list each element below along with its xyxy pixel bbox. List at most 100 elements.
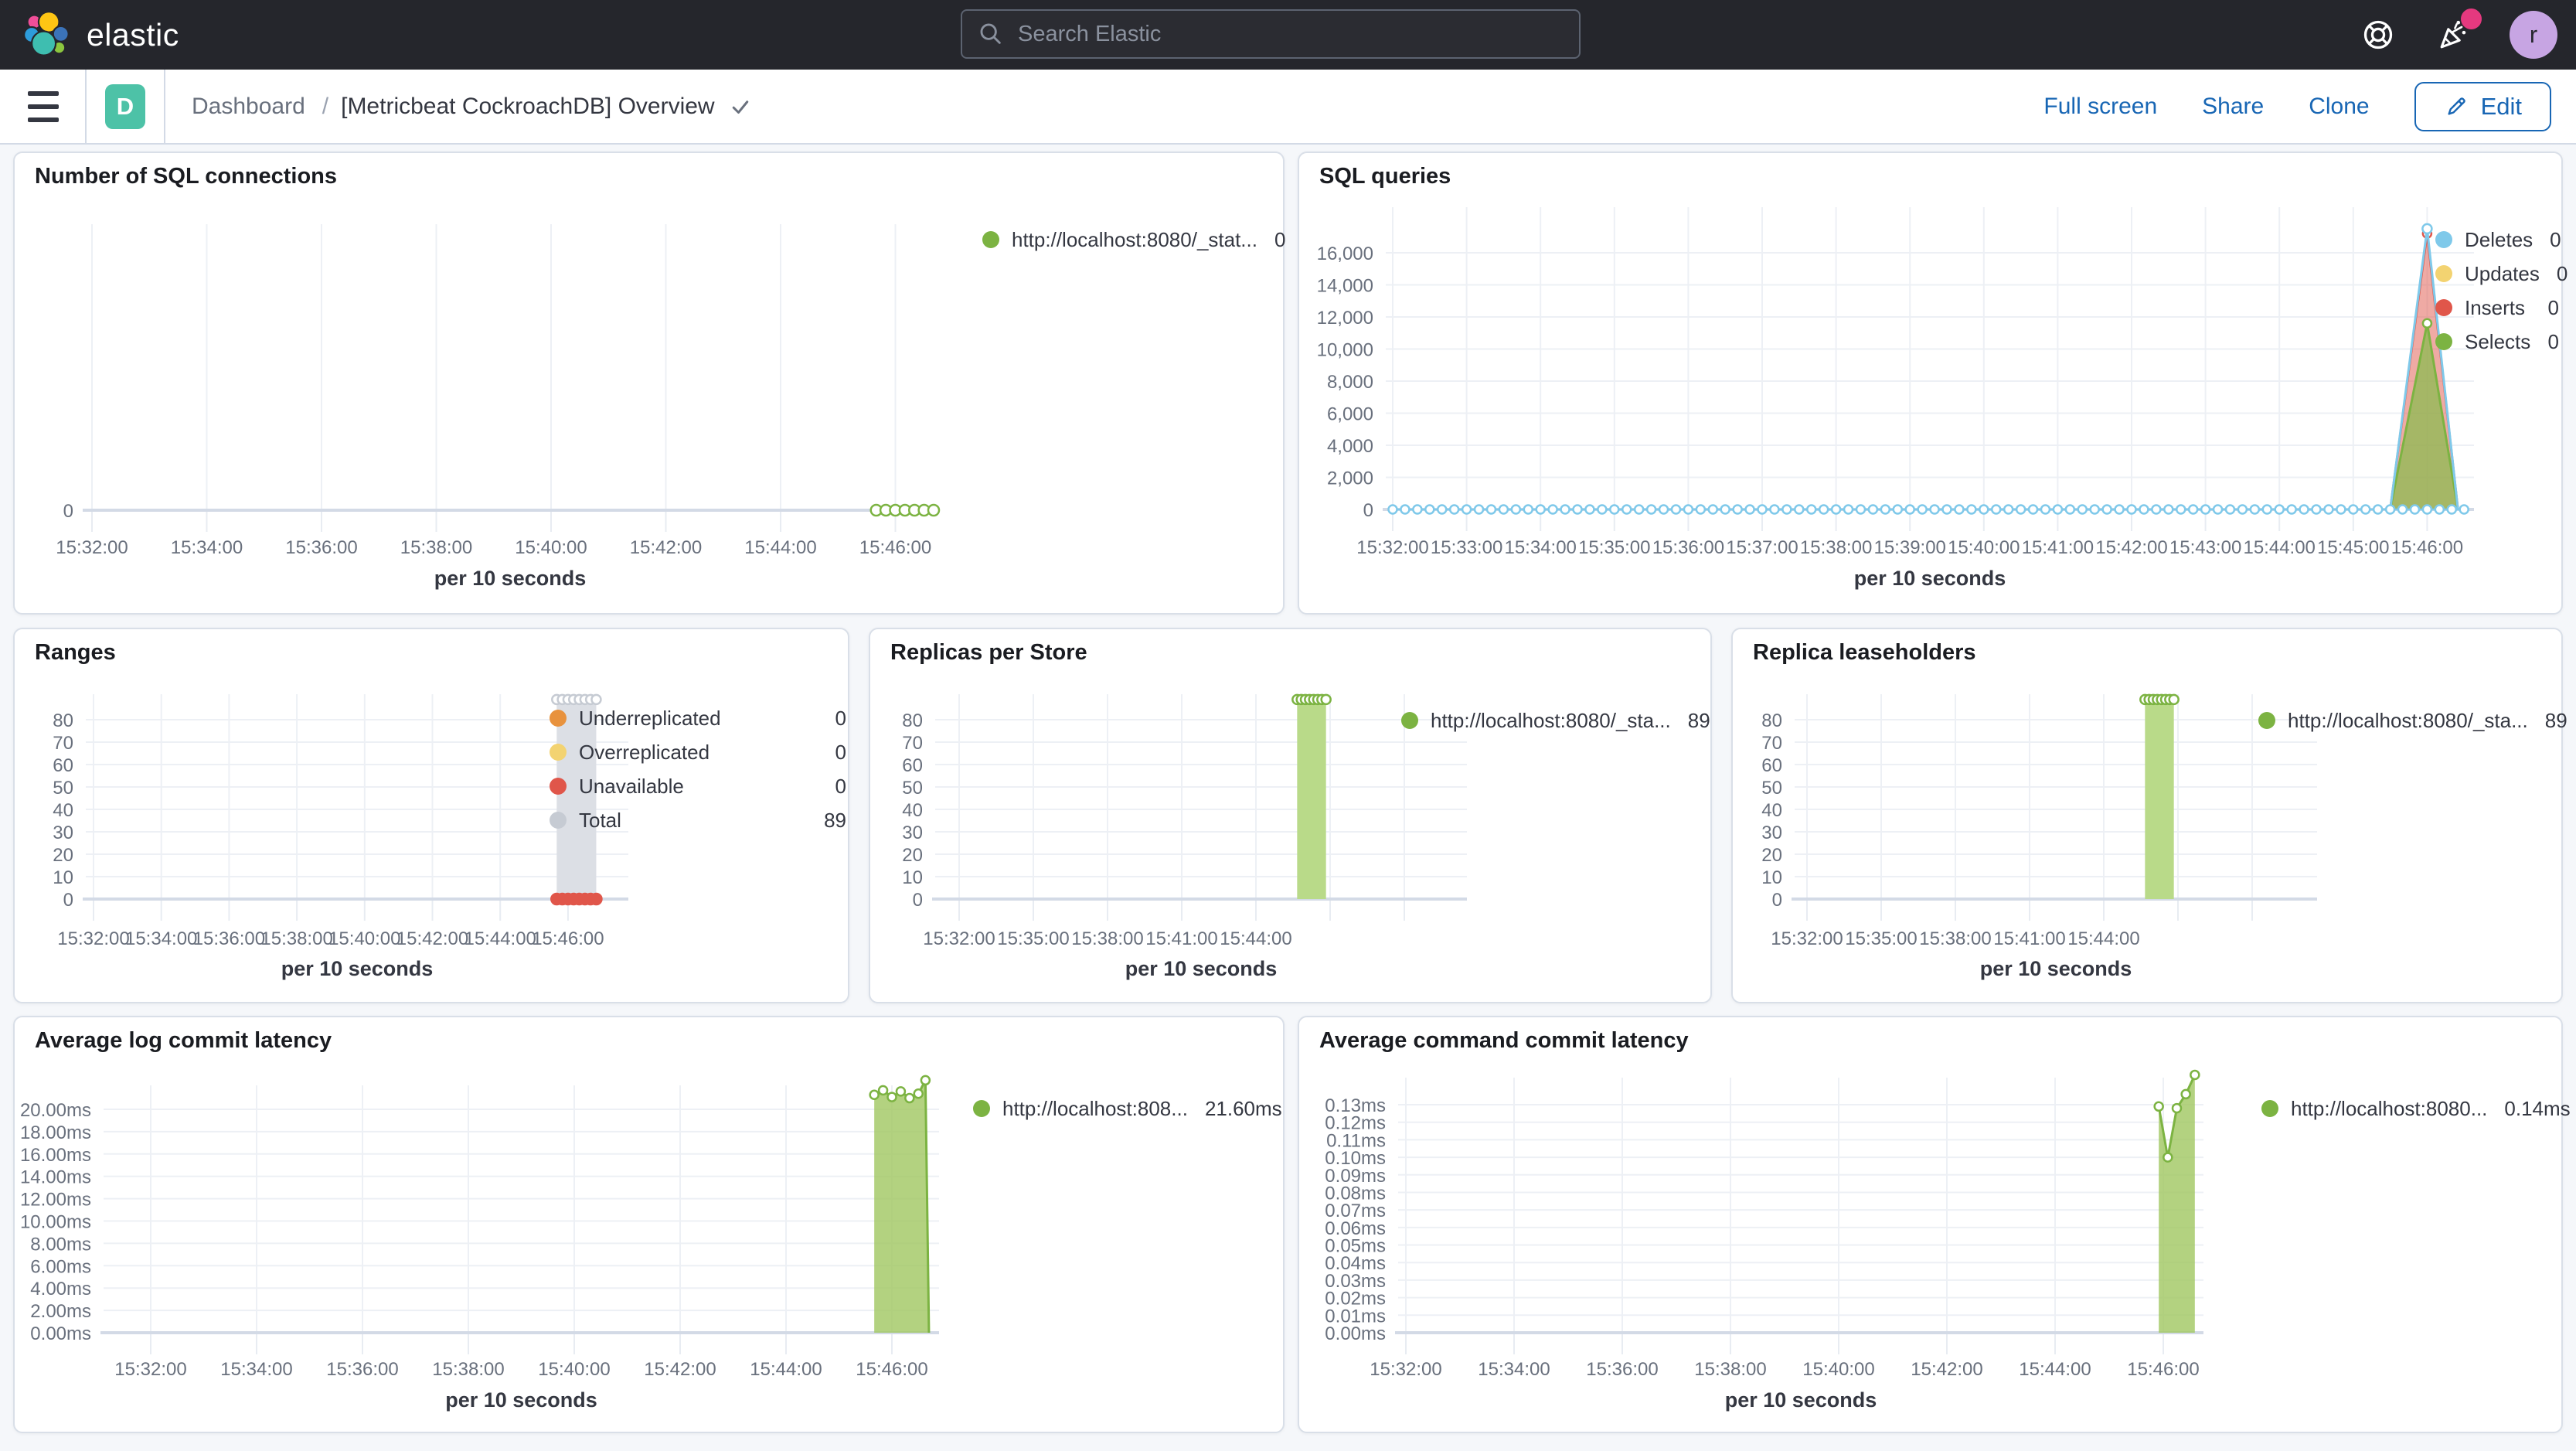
- svg-text:15:36:00: 15:36:00: [285, 537, 357, 558]
- legend-swatch-icon: [550, 744, 567, 761]
- chart-area[interactable]: 20.00ms 18.00ms 16.00ms 14.00ms 12.00ms 10.00…: [15, 1017, 1283, 1432]
- breadcrumb-separator: /: [322, 93, 329, 119]
- legend-item[interactable]: Updates 0: [2435, 257, 2567, 291]
- svg-text:15:40:00: 15:40:00: [1802, 1359, 1874, 1380]
- svg-text:70: 70: [53, 733, 73, 754]
- svg-text:15:43:00: 15:43:00: [2169, 537, 2241, 558]
- chart-svg: 16,000 14,000 12,000 10,000 8,000 6,000 4,000 2…: [1317, 207, 2474, 558]
- panel-average-log-commit-latency: Average log commit latency 20.00ms 18.00m…: [13, 1016, 1285, 1433]
- legend-label: http://localhost:8080/_stat...: [1012, 227, 1257, 251]
- help-button[interactable]: [2358, 15, 2398, 55]
- avatar-letter: r: [2529, 21, 2538, 48]
- legend-item[interactable]: Total 89: [550, 803, 846, 837]
- elastic-logo[interactable]: elastic: [23, 0, 179, 70]
- svg-text:15:34:00: 15:34:00: [171, 537, 243, 558]
- legend-item[interactable]: Inserts 0: [2435, 291, 2559, 325]
- share-button[interactable]: Share: [2202, 94, 2264, 120]
- legend-value: 0: [2556, 261, 2568, 285]
- x-axis-title: per 10 seconds: [434, 567, 587, 590]
- panel-title[interactable]: SQL queries: [1319, 164, 1451, 189]
- dashboard-app-badge[interactable]: D: [105, 83, 145, 129]
- legend-item[interactable]: http://localhost:8080/_sta... 89: [2258, 703, 2567, 737]
- menu-button[interactable]: [28, 90, 62, 122]
- edit-button[interactable]: Edit: [2414, 81, 2551, 131]
- svg-text:8,000: 8,000: [1327, 372, 1373, 393]
- legend-item[interactable]: Underreplicated 0: [550, 701, 846, 735]
- legend-label: Updates: [2465, 261, 2540, 285]
- legend-item[interactable]: Deletes 0: [2435, 223, 2561, 257]
- panel-title[interactable]: Replica leaseholders: [1753, 640, 1976, 666]
- svg-text:6.00ms: 6.00ms: [30, 1256, 91, 1277]
- svg-text:15:34:00: 15:34:00: [220, 1359, 292, 1380]
- svg-text:30: 30: [1761, 823, 1782, 843]
- svg-text:20: 20: [53, 845, 73, 866]
- legend-value: 89: [1687, 708, 1710, 732]
- whats-new-button[interactable]: [2434, 9, 2482, 55]
- legend-label: Total: [579, 808, 621, 832]
- legend-item[interactable]: Unavailable 0: [550, 769, 846, 803]
- svg-text:15:44:00: 15:44:00: [464, 928, 536, 949]
- panel-title[interactable]: Average log commit latency: [35, 1028, 332, 1054]
- legend-item[interactable]: Selects 0: [2435, 325, 2559, 359]
- svg-text:15:32:00: 15:32:00: [1356, 537, 1428, 558]
- svg-text:16.00ms: 16.00ms: [20, 1145, 91, 1166]
- search-input[interactable]: [1016, 20, 1564, 48]
- svg-text:15:44:00: 15:44:00: [2243, 537, 2315, 558]
- svg-text:10: 10: [1761, 867, 1782, 888]
- svg-text:14.00ms: 14.00ms: [20, 1167, 91, 1188]
- legend-swatch-icon: [982, 231, 999, 248]
- panel-number-of-sql-connections: Number of SQL connections 0 15:32:00 15:34…: [13, 152, 1285, 615]
- svg-text:15:38:00: 15:38:00: [1694, 1359, 1766, 1380]
- legend-item[interactable]: http://localhost:8080... 0.14ms: [2261, 1092, 2571, 1126]
- svg-text:15:36:00: 15:36:00: [193, 928, 265, 949]
- svg-text:10: 10: [902, 867, 923, 888]
- hamburger-icon: [28, 90, 59, 96]
- svg-text:80: 80: [1761, 710, 1782, 731]
- svg-text:15:38:00: 15:38:00: [400, 537, 472, 558]
- svg-text:40: 40: [1761, 800, 1782, 821]
- legend-value: 0: [2547, 329, 2559, 353]
- breadcrumb-dashboard[interactable]: Dashboard: [187, 93, 310, 121]
- legend-label: http://localhost:8080...: [2291, 1096, 2488, 1120]
- svg-text:15:40:00: 15:40:00: [538, 1359, 610, 1380]
- svg-text:50: 50: [902, 778, 923, 799]
- panel-title[interactable]: Average command commit latency: [1319, 1028, 1689, 1054]
- chart-area[interactable]: 80 70 60 50 40 30 20 10 0 15:32:00 15:35:00 15:38:0…: [1733, 629, 2561, 1002]
- svg-text:15:44:00: 15:44:00: [744, 537, 816, 558]
- chart-legend: http://localhost:808... 21.60ms: [973, 1092, 1282, 1126]
- svg-text:15:42:00: 15:42:00: [396, 928, 468, 949]
- full-screen-button[interactable]: Full screen: [2043, 94, 2157, 120]
- svg-text:14,000: 14,000: [1317, 276, 1373, 297]
- svg-text:15:33:00: 15:33:00: [1431, 537, 1502, 558]
- svg-text:30: 30: [53, 823, 73, 843]
- legend-label: Underreplicated: [579, 706, 721, 730]
- legend-swatch-icon: [550, 710, 567, 727]
- user-avatar[interactable]: r: [2510, 11, 2557, 59]
- chart-svg: 20.00ms18.00ms16.00ms14.00ms12.00ms10.00…: [20, 1075, 939, 1380]
- chart-area[interactable]: 16,000 14,000 12,000 10,000 8,000 6,000 4,000 2…: [1299, 153, 2561, 613]
- svg-text:10.00ms: 10.00ms: [20, 1212, 91, 1233]
- legend-value: 0.14ms: [2504, 1096, 2571, 1120]
- legend-item[interactable]: http://localhost:8080/_stat... 0: [982, 223, 1285, 257]
- legend-item[interactable]: Overreplicated 0: [550, 735, 846, 769]
- global-search-box[interactable]: [961, 9, 1581, 59]
- svg-text:15:34:00: 15:34:00: [1478, 1359, 1550, 1380]
- clone-button[interactable]: Clone: [2309, 94, 2369, 120]
- legend-value: 0: [835, 706, 846, 730]
- chart-legend: http://localhost:8080/_stat... 0: [982, 223, 1285, 257]
- chart-area[interactable]: 0.13ms 0.12ms 0.11ms 0.10ms 0.09ms 0.08ms 0.07…: [1299, 1017, 2561, 1432]
- panel-title[interactable]: Replicas per Store: [890, 640, 1087, 666]
- saved-check-icon[interactable]: [729, 95, 752, 118]
- svg-text:0: 0: [1363, 500, 1373, 521]
- panel-title[interactable]: Number of SQL connections: [35, 164, 337, 189]
- svg-text:15:38:00: 15:38:00: [260, 928, 332, 949]
- legend-item[interactable]: http://localhost:808... 21.60ms: [973, 1092, 1282, 1126]
- svg-text:15:46:00: 15:46:00: [859, 537, 931, 558]
- panel-title[interactable]: Ranges: [35, 640, 116, 666]
- svg-text:15:46:00: 15:46:00: [856, 1359, 927, 1380]
- chart-legend: Underreplicated 0 Overreplicated 0 Unavailab…: [550, 701, 846, 837]
- chart-area[interactable]: 80 70 60 50 40 30 20 10 0 15:32:00 15:35:00 15:38:0…: [870, 629, 1710, 1002]
- legend-item[interactable]: http://localhost:8080/_sta... 89: [1401, 703, 1710, 737]
- svg-text:70: 70: [1761, 733, 1782, 754]
- x-axis-title: per 10 seconds: [281, 957, 434, 980]
